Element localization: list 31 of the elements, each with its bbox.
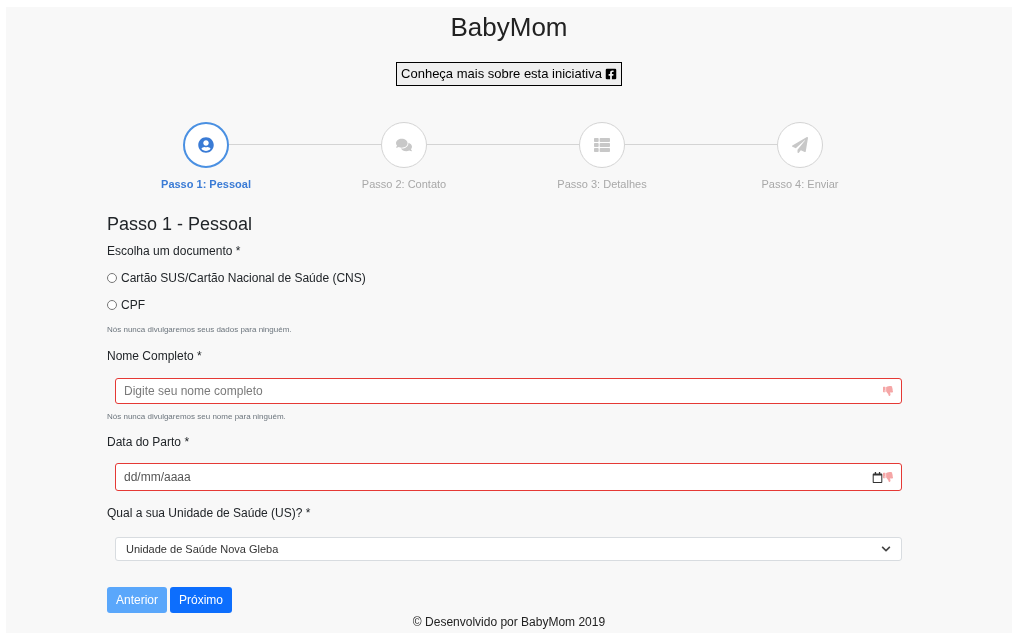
step-label: Passo 1: Pessoal	[161, 176, 251, 192]
field-label: Nome Completo *	[107, 348, 203, 365]
help-text: Nós nunca divulgaremos seus dados para ninguém.	[107, 324, 293, 336]
date-input[interactable]: dd/mm/aaaa	[115, 463, 902, 491]
step-label: Passo 4: Enviar	[761, 176, 839, 192]
app-title: BabyMom	[450, 11, 568, 43]
health-unit-select[interactable]: Unidade de Saúde Nova Gleba	[115, 537, 902, 561]
footer-text: © Desenvolvido por BabyMom 2019	[412, 614, 606, 631]
nav-button[interactable]: Próximo	[170, 587, 233, 613]
step-label: Passo 3: Detalhes	[557, 176, 647, 192]
invalid-icon	[883, 472, 893, 482]
facebook-icon	[604, 67, 617, 80]
radio-button[interactable]	[107, 300, 117, 310]
paper-plane-icon	[792, 136, 808, 153]
chevron-down-icon	[881, 544, 891, 554]
field-label: Qual a sua Unidade de Saúde (US)? *	[107, 505, 312, 522]
radio-label: Cartão SUS/Cartão Nacional de Saúde (CNS)	[121, 270, 366, 287]
radio-button[interactable]	[107, 273, 117, 283]
chat-bubbles-icon	[396, 136, 412, 153]
help-text: Nós nunca divulgaremos seu nome para ninguém.	[107, 411, 287, 423]
radio-label: CPF	[121, 297, 145, 314]
field-label: Escolha um documento *	[107, 243, 242, 260]
list-icon	[594, 136, 610, 153]
calendar-icon[interactable]	[872, 471, 883, 483]
name-input[interactable]: Digite seu nome completo	[115, 378, 902, 404]
step-label: Passo 2: Contato	[361, 176, 447, 192]
form-heading: Passo 1 - Pessoal	[107, 213, 254, 236]
info-button[interactable]: Conheça mais sobre esta iniciativa	[396, 62, 622, 86]
user-icon	[198, 136, 214, 153]
invalid-icon	[883, 386, 893, 396]
field-label: Data do Parto *	[107, 434, 191, 451]
